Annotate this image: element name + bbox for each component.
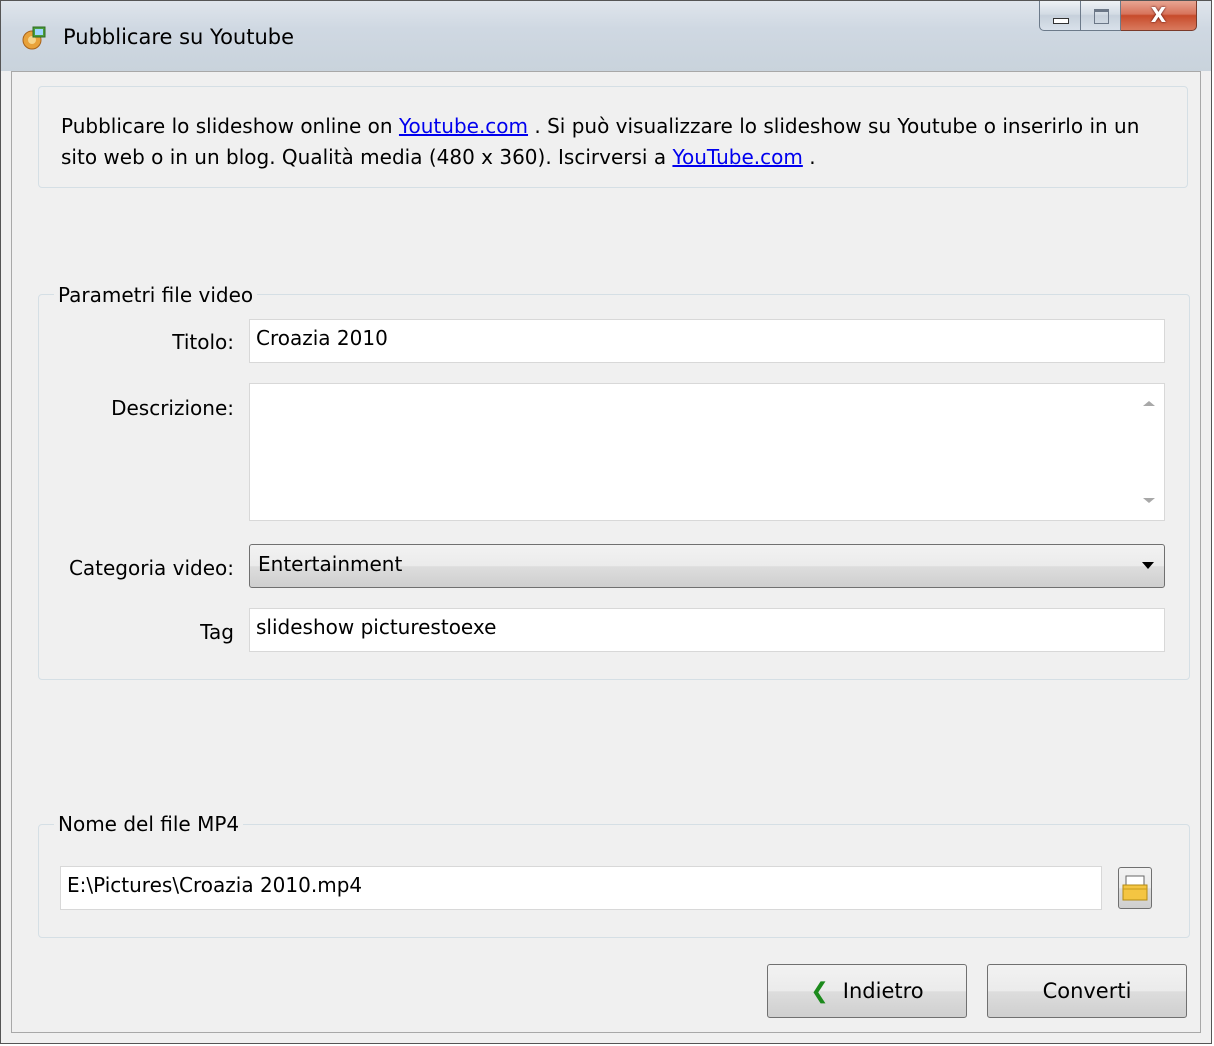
- convert-button[interactable]: Converti: [987, 964, 1187, 1018]
- dialog-client-area: Pubblicare lo slideshow online on Youtub…: [11, 71, 1201, 1033]
- app-icon: [22, 26, 46, 50]
- description-label: Descrizione:: [111, 396, 234, 420]
- title-bar[interactable]: Pubblicare su Youtube X: [1, 1, 1211, 71]
- browse-button[interactable]: [1118, 867, 1152, 909]
- minimize-button[interactable]: [1039, 1, 1081, 31]
- intro-panel: Pubblicare lo slideshow online on Youtub…: [38, 86, 1188, 188]
- intro-text-3: .: [802, 145, 816, 169]
- intro-text-1: Pubblicare lo slideshow online on: [61, 114, 399, 138]
- back-button[interactable]: ❮ Indietro: [767, 964, 967, 1018]
- mp4-group-title: Nome del file MP4: [54, 812, 244, 836]
- back-button-label: Indietro: [842, 979, 924, 1003]
- minimize-icon: [1053, 18, 1069, 24]
- title-label: Titolo:: [172, 330, 234, 354]
- category-value: Entertainment: [258, 552, 403, 576]
- folder-open-icon: [1122, 875, 1148, 901]
- chevron-left-icon: ❮: [810, 978, 829, 1004]
- mp4-path-input[interactable]: E:\Pictures\Croazia 2010.mp4: [60, 866, 1102, 910]
- maximize-icon: [1094, 9, 1109, 24]
- title-input[interactable]: Croazia 2010: [249, 319, 1165, 363]
- description-textarea[interactable]: [249, 383, 1165, 521]
- window-controls: X: [1039, 1, 1197, 43]
- chevron-down-icon: [1142, 562, 1154, 569]
- tag-label: Tag: [200, 620, 234, 644]
- maximize-button[interactable]: [1081, 1, 1121, 31]
- scroll-down-icon[interactable]: [1143, 498, 1155, 503]
- video-params-title: Parametri file video: [54, 283, 258, 307]
- scroll-up-icon[interactable]: [1143, 401, 1155, 406]
- category-label: Categoria video:: [68, 556, 234, 580]
- convert-button-label: Converti: [1042, 979, 1132, 1003]
- description-scrollbar[interactable]: [1134, 384, 1164, 520]
- dialog-window: Pubblicare su Youtube X Pubblicare lo sl…: [0, 0, 1212, 1044]
- close-icon: X: [1150, 3, 1167, 27]
- close-button[interactable]: X: [1121, 1, 1197, 31]
- youtube-link-1[interactable]: Youtube.com: [399, 114, 528, 138]
- tag-input[interactable]: slideshow picturestoexe: [249, 608, 1165, 652]
- youtube-signup-link[interactable]: YouTube.com: [672, 145, 802, 169]
- category-select[interactable]: Entertainment: [249, 544, 1165, 588]
- window-title: Pubblicare su Youtube: [63, 25, 295, 49]
